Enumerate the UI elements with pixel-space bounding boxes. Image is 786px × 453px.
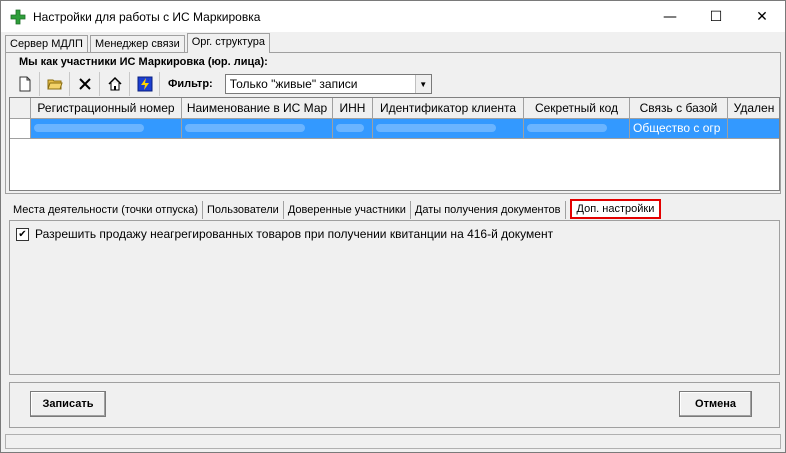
open-folder-icon <box>46 79 63 90</box>
table-row[interactable]: Общество с огр <box>10 119 779 139</box>
tab-extra-settings[interactable]: Доп. настройки <box>569 199 662 219</box>
title-bar[interactable]: Настройки для работы с ИС Маркировка — ☐… <box>1 1 785 32</box>
new-document-icon <box>19 76 30 92</box>
tab-org-structure[interactable]: Орг. структура <box>186 33 270 53</box>
chevron-down-icon[interactable]: ▼ <box>414 75 431 93</box>
extra-settings-panel <box>9 220 780 375</box>
table-cell-link-base[interactable]: Общество с огр <box>630 119 728 139</box>
settings-window: Настройки для работы с ИС Маркировка — ☐… <box>0 0 786 453</box>
allow-sale-setting[interactable]: ✔ Разрешить продажу неагрегированных тов… <box>16 227 553 241</box>
save-button[interactable]: Записать <box>30 391 106 417</box>
table-cell-inn[interactable] <box>333 119 373 139</box>
row-indicator[interactable] <box>10 119 31 139</box>
action-button[interactable] <box>130 72 160 96</box>
table-cell-client-id[interactable] <box>373 119 524 139</box>
delete-button[interactable] <box>70 72 100 96</box>
allow-sale-label[interactable]: Разрешить продажу неагрегированных товар… <box>35 227 553 241</box>
column-header[interactable]: Регистрационный номер <box>31 98 182 119</box>
maximize-button[interactable]: ☐ <box>693 1 739 32</box>
tab-connection-manager[interactable]: Менеджер связи <box>89 35 185 53</box>
filter-label: Фильтр: <box>168 78 213 90</box>
table-cell-name[interactable] <box>182 119 333 139</box>
home-button[interactable] <box>100 72 130 96</box>
close-button[interactable]: ✕ <box>739 1 785 32</box>
tab-users[interactable]: Пользователи <box>203 201 284 219</box>
allow-sale-checkbox[interactable]: ✔ <box>16 227 29 241</box>
bottom-tabs: Места деятельности (точки отпуска) Польз… <box>9 197 662 219</box>
action-bar <box>9 382 780 428</box>
tab-mdlp-server[interactable]: Сервер МДЛП <box>5 35 88 53</box>
table-cell-deleted[interactable] <box>728 119 779 139</box>
status-bar <box>5 434 781 449</box>
tab-activity-places[interactable]: Места деятельности (точки отпуска) <box>9 201 204 219</box>
column-header[interactable]: Связь с базой <box>630 98 728 119</box>
column-header[interactable]: Секретный код <box>524 98 630 119</box>
column-header[interactable]: Наименование в ИС Мар <box>182 98 333 119</box>
delete-x-icon <box>78 78 91 90</box>
table-cell-secret[interactable] <box>524 119 630 139</box>
top-tabs: Сервер МДЛП Менеджер связи Орг. структур… <box>5 33 272 53</box>
app-cross-icon <box>10 9 26 24</box>
toolbar: Фильтр: Только "живые" записи ▼ <box>10 71 779 97</box>
column-header[interactable]: Идентификатор клиента <box>373 98 524 119</box>
row-indicator-header <box>10 98 31 119</box>
table-cell-reg-number[interactable] <box>31 119 182 139</box>
column-header[interactable]: Удален <box>728 98 779 119</box>
grid-header: Регистрационный номер Наименование в ИС … <box>10 98 779 119</box>
lightning-icon <box>137 76 152 92</box>
participants-group-label: Мы как участники ИС Маркировка (юр. лица… <box>17 56 270 68</box>
minimize-button[interactable]: — <box>647 1 693 32</box>
home-icon <box>107 76 122 91</box>
new-button[interactable] <box>10 72 40 96</box>
window-title: Настройки для работы с ИС Маркировка <box>33 9 261 24</box>
tab-trusted-participants[interactable]: Доверенные участники <box>284 201 411 219</box>
cancel-button[interactable]: Отмена <box>679 391 752 417</box>
filter-value: Только "живые" записи <box>229 77 358 91</box>
participants-grid: Регистрационный номер Наименование в ИС … <box>9 97 780 191</box>
filter-select[interactable]: Только "живые" записи ▼ <box>224 74 432 94</box>
column-header[interactable]: ИНН <box>333 98 373 119</box>
open-button[interactable] <box>40 72 70 96</box>
tab-document-dates[interactable]: Даты получения документов <box>411 201 566 219</box>
